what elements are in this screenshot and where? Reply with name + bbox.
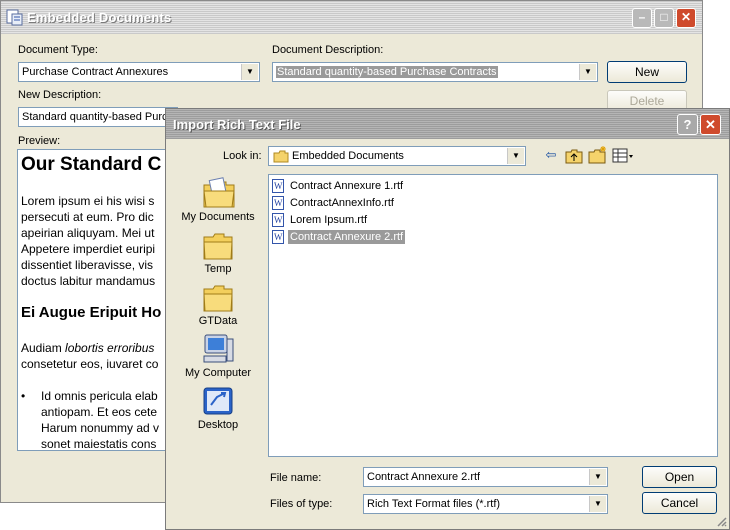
new-button[interactable]: New <box>607 61 687 83</box>
preview-bullet: • <box>21 389 26 403</box>
close-button[interactable]: ✕ <box>676 8 696 28</box>
new-description-value: Standard quantity-based Purch <box>22 111 174 123</box>
chevron-down-icon[interactable]: ▼ <box>589 496 606 512</box>
document-type-label: Document Type: <box>18 44 98 56</box>
help-icon: ? <box>683 117 692 132</box>
preview-line: apeirian aliquyam. Mei ut <box>21 226 155 240</box>
close-icon: ✕ <box>705 117 716 132</box>
file-name: Contract Annexure 2.rtf <box>288 230 406 244</box>
preview-text: Audiam <box>21 341 66 355</box>
document-type-value: Purchase Contract Annexures <box>22 66 169 78</box>
file-name-label: File name: <box>270 472 322 484</box>
look-in-label: Look in: <box>223 150 262 162</box>
preview-line: persecuti at eum. Pro dic <box>21 210 154 224</box>
file-name: Contract Annexure 1.rtf <box>290 180 404 192</box>
app-document-icon <box>6 9 23 26</box>
files-of-type-select[interactable]: Rich Text Format files (*.rtf) ▼ <box>363 494 608 514</box>
file-list[interactable]: W Contract Annexure 1.rtf W ContractAnne… <box>268 174 718 457</box>
document-type-select[interactable]: Purchase Contract Annexures ▼ <box>18 62 260 82</box>
cancel-button[interactable]: Cancel <box>642 492 717 514</box>
new-folder-icon[interactable] <box>588 146 608 164</box>
folder-icon <box>273 150 289 163</box>
chevron-down-icon[interactable]: ▼ <box>507 148 524 164</box>
file-name-input[interactable]: Contract Annexure 2.rtf ▼ <box>363 467 608 487</box>
my-computer-icon <box>203 334 234 363</box>
preview-line: Id omnis pericula elab <box>41 389 158 403</box>
dialog-title: Import Rich Text File <box>173 117 301 132</box>
preview-line: dissentiet liberavisse, vis <box>21 258 154 272</box>
desktop-icon <box>203 387 233 415</box>
preview-paragraph-2: Audiam lobortis erroribus consetetur eos… <box>21 340 158 372</box>
preview-line: sonet maiestatis cons <box>41 437 157 451</box>
places-label: My Computer <box>184 367 252 379</box>
preview-heading-2: Ei Augue Eripuit Ho <box>21 304 162 321</box>
rtf-file-icon: W <box>272 196 284 210</box>
rtf-file-icon: W <box>272 179 284 193</box>
preview-line: consetetur eos, iuvaret co <box>21 357 159 371</box>
minimize-button[interactable]: – <box>632 8 652 28</box>
my-documents-icon <box>203 177 235 208</box>
up-folder-icon[interactable] <box>565 148 583 164</box>
maximize-icon: □ <box>660 10 668 24</box>
chevron-down-icon[interactable]: ▼ <box>579 64 596 80</box>
files-of-type-value: Rich Text Format files (*.rtf) <box>367 498 501 510</box>
minimize-icon: – <box>638 10 646 24</box>
folder-icon <box>203 233 233 260</box>
back-arrow-icon[interactable]: ⇦ <box>542 147 560 163</box>
open-button[interactable]: Open <box>642 466 717 488</box>
places-label: My Documents <box>181 211 255 223</box>
look-in-select[interactable]: Embedded Documents ▼ <box>268 146 526 166</box>
document-description-select[interactable]: Standard quantity-based Purchase Contrac… <box>272 62 598 82</box>
new-description-label: New Description: <box>18 89 102 101</box>
file-name: Lorem Ipsum.rtf <box>290 214 368 226</box>
file-name-value: Contract Annexure 2.rtf <box>367 471 481 483</box>
look-in-value: Embedded Documents <box>292 150 404 162</box>
svg-text:W: W <box>274 215 283 225</box>
maximize-button[interactable]: □ <box>654 8 674 28</box>
preview-label: Preview: <box>18 135 61 147</box>
preview-heading-1: Our Standard C <box>21 154 162 175</box>
places-label: GTData <box>198 315 238 327</box>
preview-line: Lorem ipsum ei his wisi s <box>21 194 155 208</box>
chevron-down-icon[interactable]: ▼ <box>589 469 606 485</box>
preview-italic-text: lobortis erroribus <box>65 341 155 355</box>
new-description-input[interactable]: Standard quantity-based Purch <box>18 107 178 127</box>
svg-text:W: W <box>274 232 283 242</box>
chevron-down-icon[interactable]: ▼ <box>241 64 258 80</box>
document-description-label: Document Description: <box>272 44 384 56</box>
files-of-type-label: Files of type: <box>270 498 333 510</box>
preview-line: antiopam. Et eos cete <box>41 405 158 419</box>
rtf-file-icon: W <box>272 230 284 244</box>
preview-line: doctus labitur mandamus <box>21 274 156 288</box>
svg-text:W: W <box>274 198 283 208</box>
view-menu-icon[interactable] <box>612 148 636 164</box>
preview-line: Appetere imperdiet euripi <box>21 242 156 256</box>
resize-grip-icon[interactable] <box>715 515 727 527</box>
rtf-file-icon: W <box>272 213 284 227</box>
window-title: Embedded Documents <box>27 10 172 25</box>
preview-paragraph-1: Lorem ipsum ei his wisi s persecuti at e… <box>21 193 155 289</box>
help-button[interactable]: ? <box>677 114 698 135</box>
places-label: Temp <box>204 263 232 275</box>
document-description-value: Standard quantity-based Purchase Contrac… <box>276 66 498 78</box>
import-rich-text-dialog: Import Rich Text File ? ✕ Look in: Embed… <box>165 108 730 530</box>
close-icon: ✕ <box>680 10 692 24</box>
places-label: Desktop <box>197 419 239 431</box>
dialog-close-button[interactable]: ✕ <box>700 114 721 135</box>
preview-pane[interactable]: Our Standard C Lorem ipsum ei his wisi s… <box>17 149 177 451</box>
preview-line: Harum nonummy ad v <box>41 421 160 435</box>
folder-icon <box>203 285 233 312</box>
file-name: ContractAnnexInfo.rtf <box>290 197 394 209</box>
preview-bullet-list: Id omnis pericula elab antiopam. Et eos … <box>41 388 160 451</box>
svg-text:W: W <box>274 181 283 191</box>
